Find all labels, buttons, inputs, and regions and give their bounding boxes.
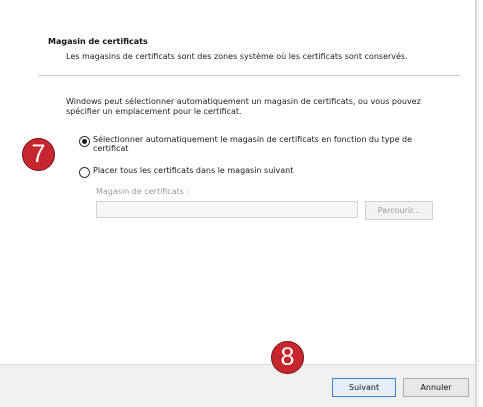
auto-select-store-radio[interactable] [79, 136, 90, 147]
auto-select-store-label: Sélectionner automatiquement le magasin … [93, 135, 413, 153]
place-in-store-radio[interactable] [79, 167, 90, 178]
page-title: Magasin de certificats [48, 37, 148, 46]
step-8-badge: 8 [271, 341, 304, 374]
place-in-store-option[interactable]: Placer tous les certificats dans le maga… [79, 166, 449, 178]
next-button[interactable]: Suivant [332, 378, 396, 397]
auto-select-store-option[interactable]: Sélectionner automatiquement le magasin … [79, 135, 449, 153]
window-right-border [475, 0, 477, 407]
header-divider [38, 75, 460, 76]
store-selection-description: Windows peut sélectionner automatiquemen… [66, 97, 421, 116]
cancel-button[interactable]: Annuler [403, 378, 469, 397]
browse-button[interactable]: Parcourir... [365, 201, 433, 220]
certificate-store-label: Magasin de certificats : [96, 187, 190, 196]
certificate-store-input[interactable] [96, 201, 358, 218]
certificate-import-wizard: Magasin de certificats Les magasins de c… [0, 0, 483, 407]
page-subtitle: Les magasins de certificats sont des zon… [66, 52, 408, 61]
step-7-badge: 7 [22, 138, 55, 171]
window-right-border-inner [478, 0, 479, 407]
place-in-store-label: Placer tous les certificats dans le maga… [93, 166, 294, 175]
